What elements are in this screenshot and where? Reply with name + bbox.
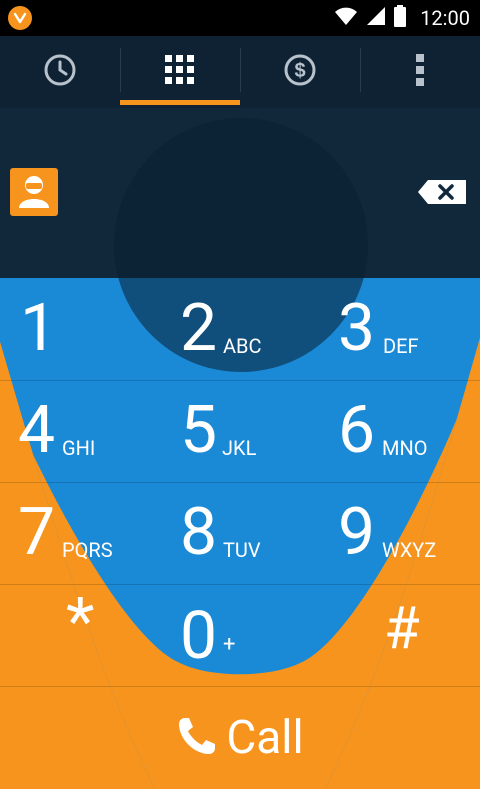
key-8[interactable]: 8 TUV bbox=[160, 482, 320, 584]
key-letters: TUV bbox=[223, 538, 261, 562]
contact-icon bbox=[16, 172, 52, 212]
key-digit: 8 bbox=[180, 494, 218, 571]
key-hash[interactable]: # bbox=[320, 584, 480, 686]
key-digit: 7 bbox=[18, 494, 56, 571]
key-letters: + bbox=[223, 632, 236, 657]
key-5[interactable]: 5 JKL bbox=[160, 380, 320, 482]
phone-icon bbox=[176, 715, 218, 761]
wifi-icon bbox=[334, 6, 358, 30]
key-2[interactable]: 2 ABC bbox=[160, 278, 320, 380]
key-letters: PQRS bbox=[62, 538, 113, 562]
key-3[interactable]: 3 DEF bbox=[320, 278, 480, 380]
key-digit: 2 bbox=[180, 290, 218, 367]
key-digit: 6 bbox=[338, 392, 376, 469]
key-digit: # bbox=[384, 595, 420, 663]
call-label: Call bbox=[226, 710, 304, 765]
call-button[interactable]: Call bbox=[0, 686, 480, 789]
tab-keypad[interactable] bbox=[120, 36, 240, 108]
status-time: 12:00 bbox=[420, 6, 470, 30]
key-digit: * bbox=[66, 584, 95, 661]
key-9[interactable]: 9 WXYZ bbox=[320, 482, 480, 584]
tab-bar: $ bbox=[0, 36, 480, 108]
key-digit: 1 bbox=[20, 290, 58, 367]
key-6[interactable]: 6 MNO bbox=[320, 380, 480, 482]
key-digit: 5 bbox=[180, 392, 218, 469]
key-4[interactable]: 4 GHI bbox=[0, 380, 160, 482]
key-7[interactable]: 7 PQRS bbox=[0, 482, 160, 584]
key-digit: 4 bbox=[18, 392, 56, 469]
key-letters: ABC bbox=[223, 334, 262, 358]
signal-icon bbox=[366, 6, 386, 30]
key-1[interactable]: 1 bbox=[0, 278, 160, 380]
key-star[interactable]: * bbox=[0, 584, 160, 686]
tab-history[interactable] bbox=[0, 36, 120, 108]
tab-more[interactable] bbox=[360, 36, 480, 108]
dollar-icon: $ bbox=[283, 53, 317, 91]
clock-icon bbox=[43, 53, 77, 91]
svg-text:$: $ bbox=[294, 60, 305, 82]
key-letters: WXYZ bbox=[382, 538, 437, 562]
key-letters: DEF bbox=[383, 334, 419, 358]
backspace-icon bbox=[418, 180, 468, 208]
key-digit: 9 bbox=[338, 494, 376, 571]
app-logo-icon bbox=[8, 6, 32, 30]
key-digit: 0 bbox=[180, 598, 218, 675]
keypad-icon bbox=[165, 55, 195, 89]
tab-credit[interactable]: $ bbox=[240, 36, 360, 108]
contact-button[interactable] bbox=[10, 168, 58, 216]
key-0[interactable]: 0 + bbox=[160, 584, 320, 686]
key-digit: 3 bbox=[338, 290, 376, 367]
overflow-icon bbox=[415, 53, 425, 91]
battery-icon bbox=[394, 5, 407, 31]
key-letters: MNO bbox=[382, 436, 428, 460]
backspace-button[interactable] bbox=[418, 180, 468, 204]
key-letters: JKL bbox=[222, 436, 257, 460]
key-letters: GHI bbox=[62, 436, 96, 460]
status-bar: 12:00 bbox=[0, 0, 480, 36]
